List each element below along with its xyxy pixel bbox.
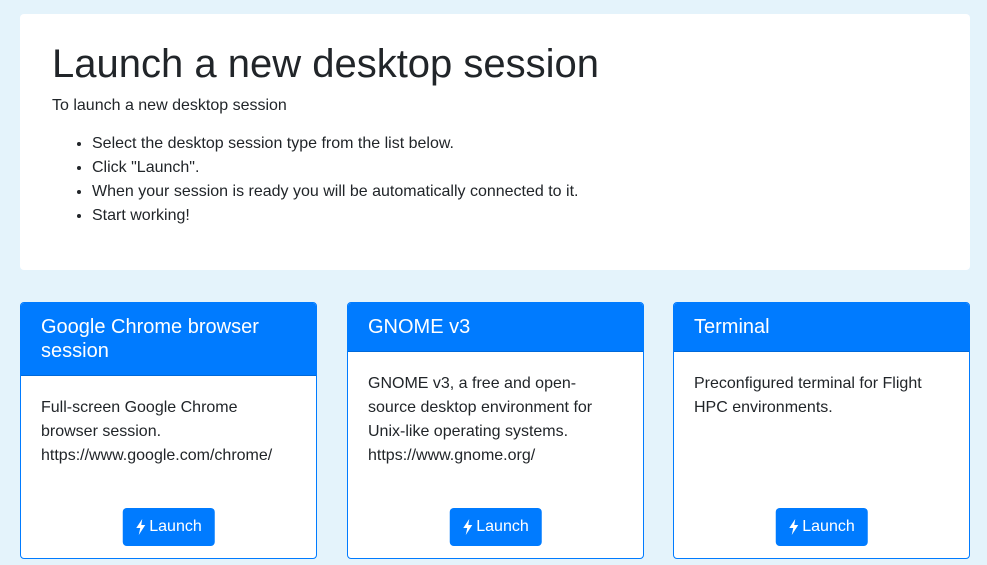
page-title: Launch a new desktop session (52, 42, 600, 86)
launch-terminal-button[interactable]: Launch (775, 508, 868, 546)
bolt-icon (462, 519, 472, 535)
launch-button-label: Launch (476, 518, 529, 535)
bolt-icon (788, 519, 798, 535)
intro-subtitle: To launch a new desktop session (52, 97, 287, 114)
launch-button-label: Launch (802, 518, 855, 535)
session-card-description: Preconfigured terminal for Flight HPC en… (694, 375, 922, 416)
instruction-step: Start working! (92, 204, 938, 228)
session-card-title: GNOME v3 (348, 303, 643, 352)
session-card-title: Terminal (674, 303, 969, 352)
intro-panel: Launch a new desktop session To launch a… (20, 14, 970, 270)
launch-button-label: Launch (149, 518, 202, 535)
launch-chrome-button[interactable]: Launch (122, 508, 215, 546)
bolt-icon (135, 519, 145, 535)
instruction-step: Click "Launch". (92, 156, 938, 180)
session-card-description: GNOME v3, a free and open-source desktop… (368, 375, 593, 464)
session-card-terminal: Terminal Preconfigured terminal for Flig… (673, 302, 970, 559)
instruction-list: Select the desktop session type from the… (52, 132, 938, 228)
session-card-description: Full-screen Google Chrome browser sessio… (41, 399, 273, 464)
session-card-gnome: GNOME v3 GNOME v3, a free and open-sourc… (347, 302, 644, 559)
launch-gnome-button[interactable]: Launch (449, 508, 542, 546)
session-card-chrome: Google Chrome browser session Full-scree… (20, 302, 317, 559)
instruction-step: When your session is ready you will be a… (92, 180, 938, 204)
session-card-title: Google Chrome browser session (21, 303, 316, 376)
instruction-step: Select the desktop session type from the… (92, 132, 938, 156)
